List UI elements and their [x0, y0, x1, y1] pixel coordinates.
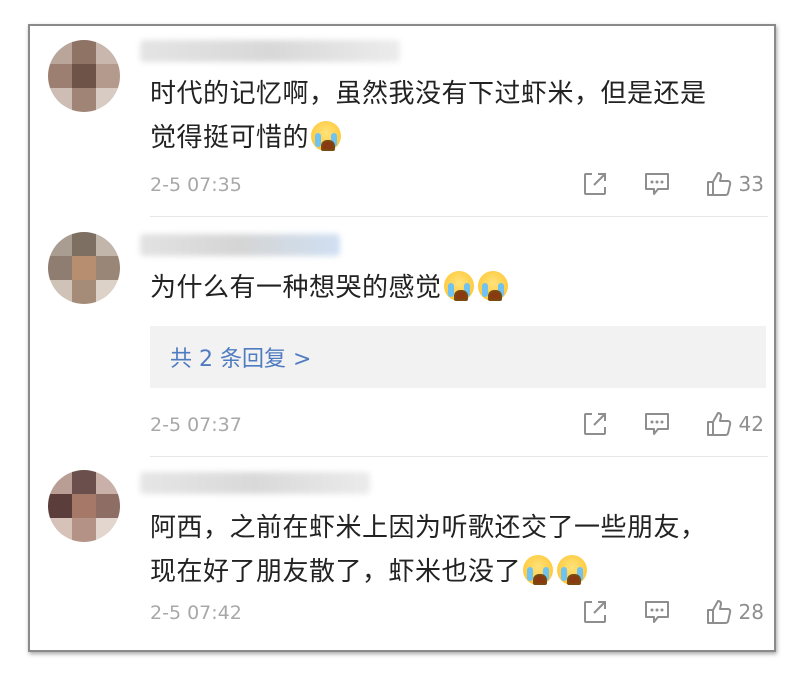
like-button[interactable]: 42	[705, 410, 764, 438]
comment-text-line: 觉得挺可惜的	[150, 123, 310, 153]
comment-time: 2-5 07:37	[150, 414, 242, 436]
view-replies-link[interactable]: 共 2 条回复 >	[170, 341, 311, 373]
comment-actions: 42	[547, 410, 764, 438]
comment-text-line: 时代的记忆啊，虽然我没有下过虾米，但是还是	[150, 79, 707, 109]
comment-list: 时代的记忆啊，虽然我没有下过虾米，但是还是 觉得挺可惜的 2-5 07:35 3…	[28, 24, 776, 652]
like-button[interactable]: 33	[705, 170, 764, 198]
like-count: 42	[738, 412, 764, 436]
crying-face-icon	[523, 555, 554, 585]
crying-face-icon	[443, 271, 474, 301]
username[interactable]	[140, 472, 370, 494]
comment-icon[interactable]	[643, 598, 671, 626]
comment-actions: 33	[547, 170, 764, 198]
comment-text: 时代的记忆啊，虽然我没有下过虾米，但是还是 觉得挺可惜的	[150, 72, 754, 160]
comment-actions: 28	[547, 598, 764, 626]
share-icon[interactable]	[581, 170, 609, 198]
comment-time: 2-5 07:42	[150, 602, 242, 624]
crying-face-icon	[311, 121, 342, 151]
avatar[interactable]	[48, 232, 120, 304]
thumbs-up-icon	[706, 412, 731, 436]
comment-time: 2-5 07:35	[150, 174, 242, 196]
share-icon[interactable]	[581, 598, 609, 626]
like-button[interactable]: 28	[705, 598, 764, 626]
crying-face-icon	[477, 271, 508, 301]
like-count: 33	[738, 172, 764, 196]
thumbs-up-icon	[706, 172, 731, 196]
comment-text-line: 现在好了朋友散了，虾米也没了	[150, 557, 522, 587]
avatar[interactable]	[48, 470, 120, 542]
username[interactable]	[140, 234, 340, 256]
username[interactable]	[140, 40, 400, 62]
comment-text: 为什么有一种想哭的感觉	[150, 266, 754, 310]
comment-text: 阿西，之前在虾米上因为听歌还交了一些朋友， 现在好了朋友散了，虾米也没了	[150, 506, 754, 594]
avatar[interactable]	[48, 40, 120, 112]
comment-item: 时代的记忆啊，虽然我没有下过虾米，但是还是 觉得挺可惜的 2-5 07:35 3…	[30, 26, 774, 216]
comment-text-line: 阿西，之前在虾米上因为听歌还交了一些朋友，	[150, 513, 707, 543]
comment-item: 为什么有一种想哭的感觉 共 2 条回复 > 2-5 07:37 42	[30, 216, 774, 456]
comment-icon[interactable]	[643, 410, 671, 438]
crying-face-icon	[557, 555, 588, 585]
comment-icon[interactable]	[643, 170, 671, 198]
like-count: 28	[738, 600, 764, 624]
replies-box[interactable]: 共 2 条回复 >	[150, 326, 766, 388]
thumbs-up-icon	[706, 600, 731, 624]
comment-item: 阿西，之前在虾米上因为听歌还交了一些朋友， 现在好了朋友散了，虾米也没了 2-5…	[30, 456, 774, 650]
share-icon[interactable]	[581, 410, 609, 438]
comment-text-line: 为什么有一种想哭的感觉	[150, 273, 442, 303]
